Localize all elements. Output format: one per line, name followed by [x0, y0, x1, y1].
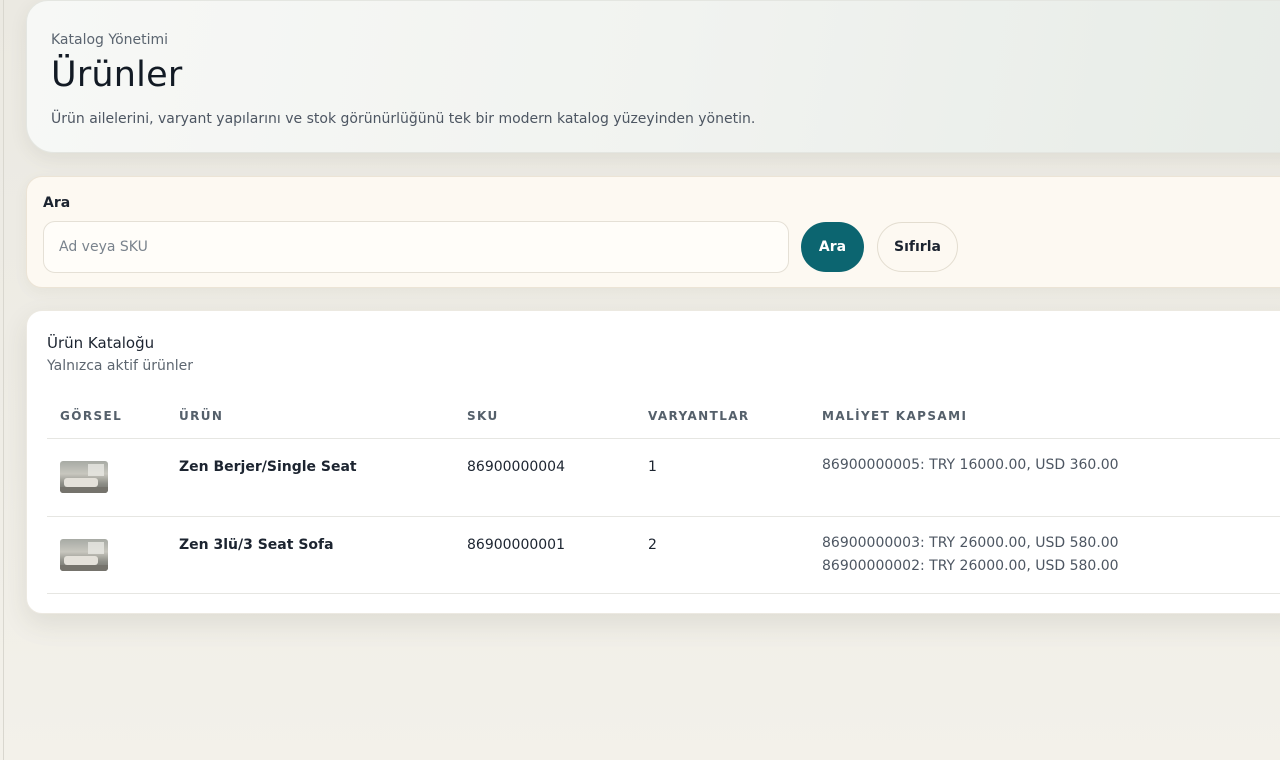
page-title: Ürünler — [51, 55, 183, 95]
product-thumbnail[interactable] — [60, 539, 108, 571]
product-table: GÖRSEL ÜRÜN SKU VARYANTLAR MALİYET KAPSA… — [47, 393, 1280, 594]
cost-line: 86900000002: TRY 26000.00, USD 580.00 — [822, 558, 1119, 574]
product-cost-coverage: 86900000005: TRY 16000.00, USD 360.00 — [822, 454, 1119, 477]
product-sku: 86900000001 — [467, 537, 565, 553]
product-variant-count: 2 — [648, 537, 657, 553]
column-header-image[interactable]: GÖRSEL — [60, 409, 122, 423]
page: Katalog Yönetimi Ürünler Ürün ailelerini… — [0, 0, 1280, 760]
table-row[interactable]: Zen Berjer/Single Seat 86900000004 1 869… — [47, 439, 1280, 517]
cost-line: 86900000003: TRY 26000.00, USD 580.00 — [822, 535, 1119, 551]
search-input[interactable] — [43, 221, 789, 273]
table-header: GÖRSEL ÜRÜN SKU VARYANTLAR MALİYET KAPSA… — [47, 393, 1280, 439]
table-row[interactable]: Zen 3lü/3 Seat Sofa 86900000001 2 869000… — [47, 517, 1280, 594]
product-name[interactable]: Zen 3lü/3 Seat Sofa — [179, 537, 334, 553]
page-description: Ürün ailelerini, varyant yapılarını ve s… — [51, 111, 756, 127]
search-panel: Ara Ara Sıfırla — [26, 176, 1280, 288]
product-variant-count: 1 — [648, 459, 657, 475]
breadcrumb: Katalog Yönetimi — [51, 32, 169, 48]
column-header-product[interactable]: ÜRÜN — [179, 409, 223, 423]
product-sku: 86900000004 — [467, 459, 565, 475]
column-header-cost-coverage[interactable]: MALİYET KAPSAMI — [822, 409, 967, 423]
catalog-title: Ürün Kataloğu — [47, 334, 155, 352]
reset-button[interactable]: Sıfırla — [877, 222, 958, 272]
cost-line: 86900000005: TRY 16000.00, USD 360.00 — [822, 457, 1119, 473]
column-header-sku[interactable]: SKU — [467, 409, 499, 423]
column-header-variants[interactable]: VARYANTLAR — [648, 409, 750, 423]
product-name[interactable]: Zen Berjer/Single Seat — [179, 459, 357, 475]
product-cost-coverage: 86900000003: TRY 26000.00, USD 580.00 86… — [822, 532, 1119, 578]
page-header: Katalog Yönetimi Ürünler Ürün ailelerini… — [26, 0, 1280, 153]
catalog-subtitle: Yalnızca aktif ürünler — [47, 358, 194, 374]
product-thumbnail[interactable] — [60, 461, 108, 493]
product-catalog-panel: Ürün Kataloğu Yalnızca aktif ürünler GÖR… — [26, 310, 1280, 614]
search-label: Ara — [43, 195, 71, 211]
left-divider — [3, 0, 4, 760]
search-button[interactable]: Ara — [801, 222, 864, 272]
